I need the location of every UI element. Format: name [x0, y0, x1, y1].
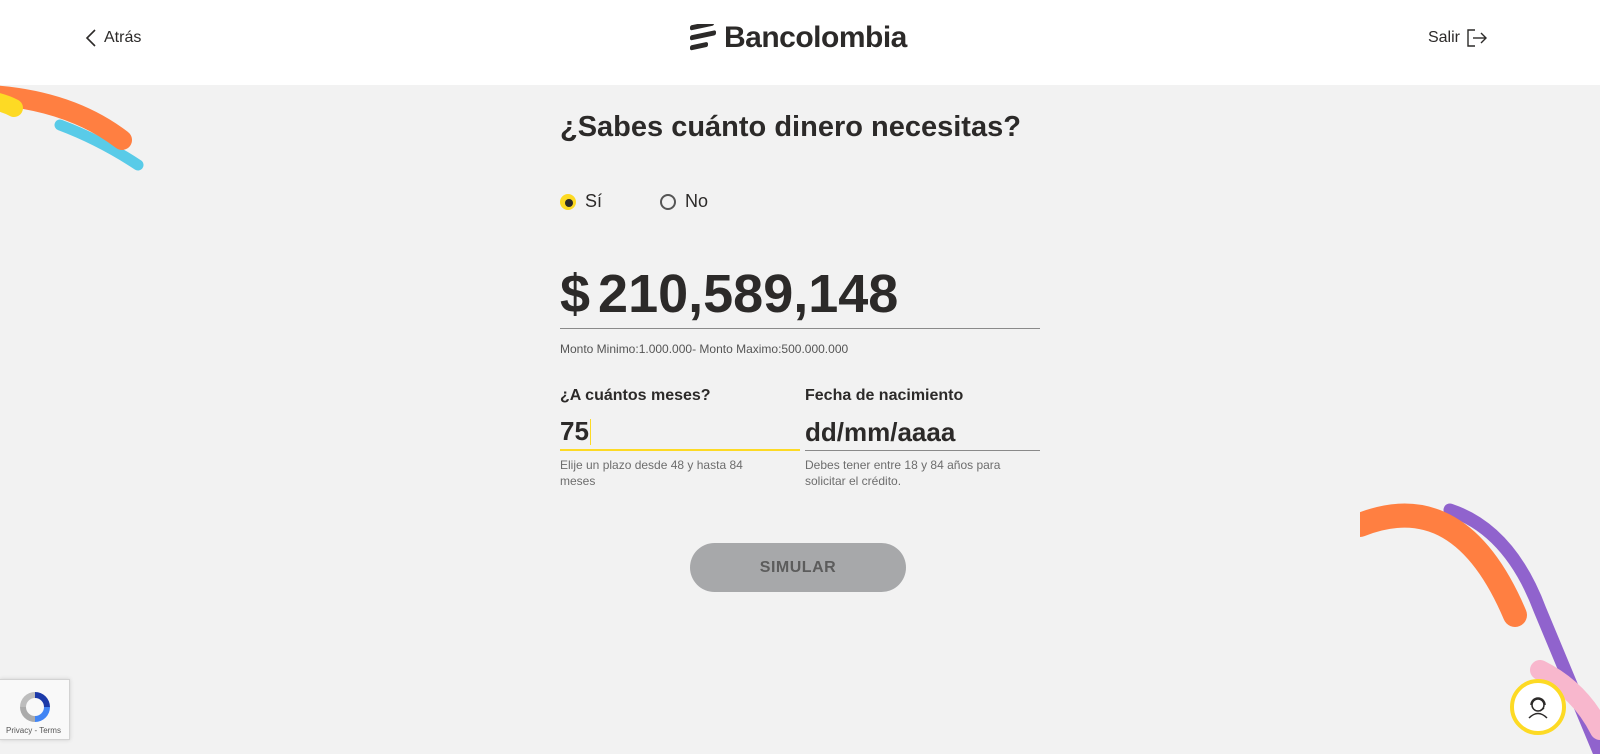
radio-unchecked-icon — [660, 193, 677, 210]
amount-input[interactable]: $ 210,589,148 — [560, 260, 1040, 329]
amount-known-radio-group: Sí No — [560, 191, 708, 212]
recaptcha-badge[interactable]: Privacy - Terms — [0, 679, 70, 740]
birthdate-label: Fecha de nacimiento — [805, 387, 964, 404]
months-field: ¿A cuántos meses? 75 Elije un plazo desd… — [560, 387, 800, 489]
birthdate-help: Debes tener entre 18 y 84 años para soli… — [805, 458, 1001, 488]
brand-name: Bancolombia — [724, 21, 907, 54]
months-label: ¿A cuántos meses? — [560, 387, 711, 404]
chevron-left-icon — [85, 29, 96, 47]
recaptcha-links[interactable]: Privacy - Terms — [6, 726, 61, 735]
exit-label: Salir — [1427, 29, 1460, 46]
radio-yes-label: Sí — [585, 191, 603, 211]
support-agent-icon — [1528, 697, 1548, 719]
recaptcha-icon — [20, 692, 50, 722]
radio-checked-icon — [560, 193, 576, 210]
support-chat-button[interactable] — [1510, 679, 1566, 735]
amount-hint: Monto Minimo:1.000.000- Monto Maximo:500… — [560, 342, 849, 356]
exit-button[interactable]: Salir — [1428, 26, 1488, 50]
back-label: Atrás — [104, 29, 142, 46]
exit-icon — [1467, 29, 1487, 47]
top-header: Atrás Bancolombia Salir — [0, 0, 1600, 85]
text-caret — [589, 418, 591, 445]
birthdate-placeholder: dd/mm/aaaa — [805, 416, 956, 447]
bancolombia-logo-icon — [690, 24, 716, 51]
brand-logo: Bancolombia — [688, 18, 907, 58]
simulate-button[interactable]: SIMULAR — [690, 543, 906, 592]
page-title: ¿Sabes cuánto dinero necesitas? — [560, 111, 1021, 143]
months-input[interactable]: 75 — [560, 414, 800, 451]
decorative-stripes-top-left — [0, 85, 144, 171]
months-help: Elije un plazo desde 48 y hasta 84 meses — [560, 458, 743, 488]
birthdate-field: Fecha de nacimiento dd/mm/aaaa Debes ten… — [805, 387, 1040, 489]
currency-symbol: $ — [560, 264, 591, 324]
birthdate-input[interactable]: dd/mm/aaaa — [805, 414, 1040, 451]
radio-yes[interactable]: Sí — [560, 191, 602, 212]
radio-no-label: No — [685, 191, 709, 211]
months-value: 75 — [560, 416, 589, 446]
back-button[interactable]: Atrás — [84, 26, 141, 50]
radio-no[interactable]: No — [660, 191, 708, 212]
amount-value: 210,589,148 — [598, 264, 899, 324]
